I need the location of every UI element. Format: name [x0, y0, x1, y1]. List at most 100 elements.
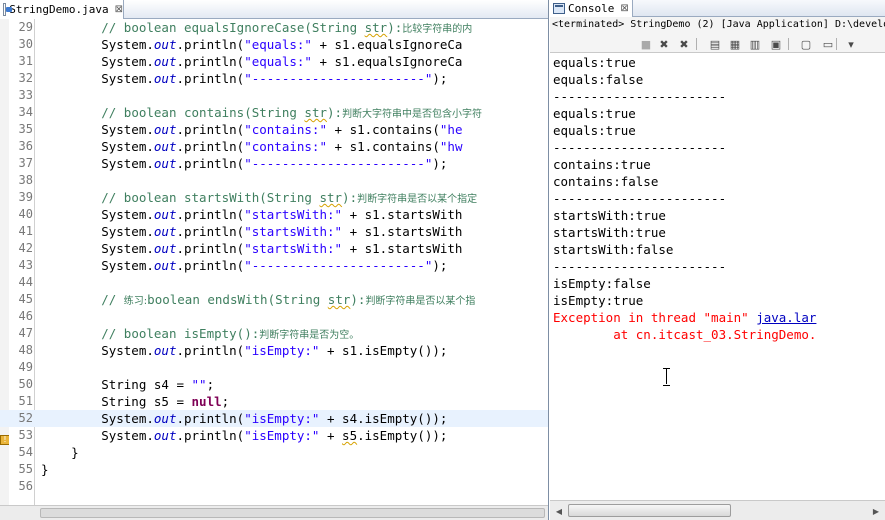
- code-token: .println(: [176, 139, 245, 154]
- editor-horizontal-scrollbar[interactable]: [0, 505, 548, 520]
- code-token: "contains:": [244, 139, 327, 154]
- code-line[interactable]: 29 // boolean equalsIgnoreCase(String st…: [0, 19, 548, 36]
- line-content: System.out.println("isEmpty:" + s1.isEmp…: [41, 342, 447, 359]
- code-token: // boolean isEmpty():: [101, 326, 260, 341]
- console-output-line: startsWith:false: [553, 241, 673, 258]
- code-token: at cn.itcast_03.StringDemo.: [553, 327, 817, 342]
- code-line[interactable]: 54 }: [0, 444, 548, 461]
- scroll-lock-button[interactable]: ▦: [727, 36, 743, 52]
- remove-all-terminated-button[interactable]: ✖: [676, 36, 692, 52]
- code-line[interactable]: 37 System.out.println("-----------------…: [0, 155, 548, 172]
- code-line[interactable]: 32 System.out.println("-----------------…: [0, 70, 548, 87]
- remove-launch-button[interactable]: ✖: [656, 36, 672, 52]
- view-menu-button[interactable]: ▾: [843, 36, 859, 52]
- code-line[interactable]: 30 System.out.println("equals:" + s1.equ…: [0, 36, 548, 53]
- line-number: 48: [18, 343, 33, 357]
- code-token: System.: [41, 207, 154, 222]
- line-number: 40: [18, 207, 33, 221]
- console-horizontal-scrollbar[interactable]: ◀ ▶: [550, 500, 885, 520]
- clear-console-button[interactable]: ▤: [707, 36, 723, 52]
- code-line[interactable]: 33: [0, 87, 548, 104]
- line-number: 55: [18, 462, 33, 476]
- code-line[interactable]: 39 // boolean startsWith(String str):判断字…: [0, 189, 548, 206]
- code-line[interactable]: 55}: [0, 461, 548, 478]
- pin-console-button[interactable]: ▣: [768, 36, 784, 52]
- scrollbar-thumb[interactable]: [40, 508, 545, 518]
- terminate-button[interactable]: ■: [638, 36, 654, 52]
- code-token: out: [153, 207, 177, 222]
- code-token: + s1.startsWith: [342, 224, 463, 239]
- line-content: System.out.println("startsWith:" + s1.st…: [41, 206, 462, 223]
- code-token: "startsWith:": [244, 224, 343, 239]
- code-line[interactable]: 52 System.out.println("isEmpty:" + s4.is…: [0, 410, 548, 427]
- code-token: .println(: [176, 258, 245, 273]
- code-token: out: [153, 428, 177, 443]
- tab-stringdemo-java[interactable]: StringDemo.java ⊠: [0, 0, 124, 19]
- scroll-left-icon[interactable]: ◀: [552, 504, 566, 518]
- exception-link[interactable]: java.lar: [756, 310, 816, 325]
- code-line[interactable]: 56: [0, 478, 548, 495]
- code-token: .println(: [176, 241, 245, 256]
- code-token: .isEmpty());: [357, 428, 448, 443]
- tab-console[interactable]: Console ⊠: [550, 0, 633, 17]
- close-tab-icon[interactable]: ⊠: [115, 4, 123, 15]
- code-line[interactable]: 40 System.out.println("startsWith:" + s1…: [0, 206, 548, 223]
- code-token: System.: [41, 258, 154, 273]
- code-token: + s1.equalsIgnoreCa: [311, 37, 463, 52]
- line-content: System.out.println("isEmpty:" + s4.isEmp…: [41, 410, 447, 427]
- code-token: boolean endsWith(String: [147, 292, 328, 307]
- code-line[interactable]: 38: [0, 172, 548, 189]
- code-token: equals:false: [553, 72, 644, 87]
- code-line[interactable]: 42 System.out.println("startsWith:" + s1…: [0, 240, 548, 257]
- line-number: 39: [18, 190, 33, 204]
- close-tab-icon[interactable]: ⊠: [620, 3, 628, 14]
- line-content: System.out.println("startsWith:" + s1.st…: [41, 223, 462, 240]
- code-token: ;: [206, 377, 215, 392]
- code-line[interactable]: 46: [0, 308, 548, 325]
- java-editor[interactable]: StringDemo.java ⊠ ! 29 // boolean equals…: [0, 0, 549, 520]
- line-number: 38: [18, 173, 33, 187]
- code-line[interactable]: 34 // boolean contains(String str):判断大字符…: [0, 104, 548, 121]
- console-output-line: -----------------------: [553, 190, 726, 207]
- console-error-line: at cn.itcast_03.StringDemo.: [553, 326, 816, 343]
- code-token: out: [153, 71, 177, 86]
- open-console-button[interactable]: ▭: [820, 36, 836, 52]
- code-line[interactable]: 53 System.out.println("isEmpty:" + s5.is…: [0, 427, 548, 444]
- code-line[interactable]: 47 // boolean isEmpty():判断字符串是否为空。: [0, 325, 548, 342]
- scrollbar-thumb[interactable]: [568, 504, 731, 517]
- console-view[interactable]: Console ⊠ <terminated> StringDemo (2) [J…: [550, 0, 885, 520]
- code-line[interactable]: 51 String s5 = null;: [0, 393, 548, 410]
- code-token: +: [319, 428, 343, 443]
- pin-console-icon: ▣: [770, 37, 782, 51]
- line-content: System.out.println("equals:" + s1.equals…: [41, 36, 462, 53]
- line-number: 53: [18, 428, 33, 442]
- code-token: "-----------------------": [244, 156, 433, 171]
- code-line[interactable]: 48 System.out.println("isEmpty:" + s1.is…: [0, 342, 548, 359]
- code-token: "startsWith:": [244, 207, 343, 222]
- display-selected-console-button[interactable]: ▢: [798, 36, 814, 52]
- line-number: 49: [18, 360, 33, 374]
- code-line[interactable]: 31 System.out.println("equals:" + s1.equ…: [0, 53, 548, 70]
- code-line[interactable]: 36 System.out.println("contains:" + s1.c…: [0, 138, 548, 155]
- toolbar-separator: [836, 38, 837, 50]
- code-line[interactable]: 49: [0, 359, 548, 376]
- scroll-right-icon[interactable]: ▶: [869, 504, 883, 518]
- code-token: "isEmpty:": [244, 428, 320, 443]
- code-token: "isEmpty:": [244, 411, 320, 426]
- code-line[interactable]: 45 // 练习:boolean endsWith(String str):判断…: [0, 291, 548, 308]
- code-line[interactable]: 43 System.out.println("-----------------…: [0, 257, 548, 274]
- console-output[interactable]: equals:true equals:false -----------------…: [550, 53, 885, 500]
- code-token: equals:true: [553, 106, 636, 121]
- code-line[interactable]: 44: [0, 274, 548, 291]
- line-number: 42: [18, 241, 33, 255]
- view-menu-icon: ▾: [848, 37, 854, 51]
- line-number: 50: [18, 377, 33, 391]
- line-content: System.out.println("startsWith:" + s1.st…: [41, 240, 462, 257]
- code-line[interactable]: 50 String s4 = "";: [0, 376, 548, 393]
- word-wrap-button[interactable]: ▥: [747, 36, 763, 52]
- code-token: out: [153, 241, 177, 256]
- code-line[interactable]: 35 System.out.println("contains:" + s1.c…: [0, 121, 548, 138]
- code-line[interactable]: 41 System.out.println("startsWith:" + s1…: [0, 223, 548, 240]
- code-token: str: [327, 292, 351, 307]
